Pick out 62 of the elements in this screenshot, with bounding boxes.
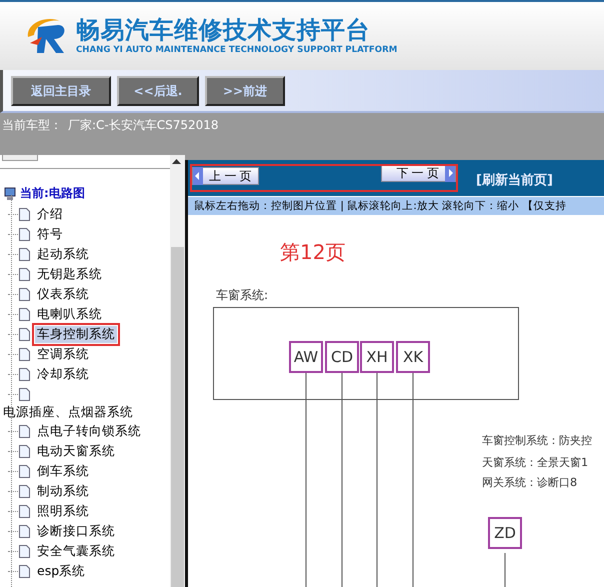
tree-item[interactable]: 电源插座、点烟器系统 — [0, 404, 170, 421]
document-icon — [19, 288, 30, 300]
document-icon — [19, 564, 30, 578]
document-icon — [19, 248, 30, 260]
tree-root[interactable]: 当前:电路图 — [20, 185, 85, 202]
wire-line — [504, 552, 506, 587]
site-title: 畅易汽车维修技术支持平台 — [76, 16, 371, 44]
tree-item[interactable]: 点电子转向锁系统 — [35, 422, 143, 440]
document-icon — [19, 444, 30, 458]
connector-label: XH — [360, 341, 394, 373]
document-icon — [19, 268, 30, 280]
connector-label: AW — [289, 341, 323, 373]
tree-item[interactable]: 起动系统 — [35, 246, 91, 262]
connector-label: CD — [325, 341, 359, 373]
computer-icon — [4, 186, 16, 200]
usage-hint: 鼠标左右拖动：控制图片位置 | 鼠标滚轮向上:放大 滚轮向下：缩小 【仅支持 — [188, 196, 604, 215]
nav-button[interactable]: 返回主目录 — [11, 76, 111, 106]
page-number: 第12页 — [280, 239, 346, 266]
site-subtitle: CHANG YI AUTO MAINTENANCE TECHNOLOGY SUPPORT PLATFORM — [76, 44, 398, 56]
tree-item[interactable]: 介绍 — [35, 206, 65, 222]
next-page-button[interactable]: 下 一 页 — [381, 164, 456, 182]
document-icon — [19, 368, 30, 380]
document-icon — [19, 544, 30, 558]
tree-item[interactable]: 冷却系统 — [35, 366, 91, 382]
tree-item[interactable]: 诊断接口系统 — [35, 522, 117, 540]
nav-button[interactable]: <<后退. — [117, 76, 199, 106]
tree-item[interactable]: 倒车系统 — [35, 462, 91, 480]
vehicle-label: 当前车型： — [2, 117, 62, 134]
tree-item[interactable]: 空调系统 — [35, 346, 91, 362]
tree-item[interactable]: 仪表系统 — [35, 286, 91, 302]
module-label: ZD — [488, 517, 522, 549]
document-icon — [19, 424, 30, 438]
tree-item[interactable]: 制动系统 — [35, 482, 91, 500]
document-icon — [19, 504, 30, 518]
document-icon — [19, 388, 30, 400]
diagram-note: 网关系统：诊断口8 — [482, 475, 578, 490]
document-icon — [19, 228, 30, 240]
tree-item[interactable]: esp系统 — [35, 562, 88, 580]
document-icon — [19, 484, 30, 498]
document-icon — [19, 308, 30, 320]
document-icon — [19, 348, 30, 360]
tree-item[interactable]: 安全气囊系统 — [35, 542, 117, 560]
diagram-heading: 车窗系统: — [216, 287, 268, 304]
vehicle-model: 厂家:C-长安汽车CS752018 — [68, 117, 219, 134]
document-icon — [19, 524, 30, 538]
diagram-note: 车窗控制系统：防夹控 — [482, 433, 592, 448]
scroll-up-icon[interactable] — [172, 159, 181, 164]
refresh-link[interactable]: [刷新当前页] — [476, 171, 553, 189]
tree-item[interactable]: 符号 — [35, 226, 65, 242]
tree-item[interactable]: 照明系统 — [35, 502, 91, 520]
scrollbar[interactable] — [170, 155, 185, 587]
tree-item[interactable]: 无钥匙系统 — [35, 266, 104, 282]
tree-item[interactable]: 电喇叭系统 — [35, 306, 104, 322]
document-icon — [19, 464, 30, 478]
document-icon — [19, 328, 30, 340]
connector-label: XK — [396, 341, 430, 373]
tree-item[interactable]: 电动天窗系统 — [35, 442, 117, 460]
document-icon — [19, 208, 30, 220]
tree-item[interactable]: 车身控制系统 — [35, 326, 117, 342]
previous-page-button[interactable]: 上 一 页 — [192, 167, 259, 185]
nav-button[interactable]: >>前进 — [205, 76, 285, 106]
diagram-note: 天窗系统：全景天窗1 — [482, 455, 588, 470]
